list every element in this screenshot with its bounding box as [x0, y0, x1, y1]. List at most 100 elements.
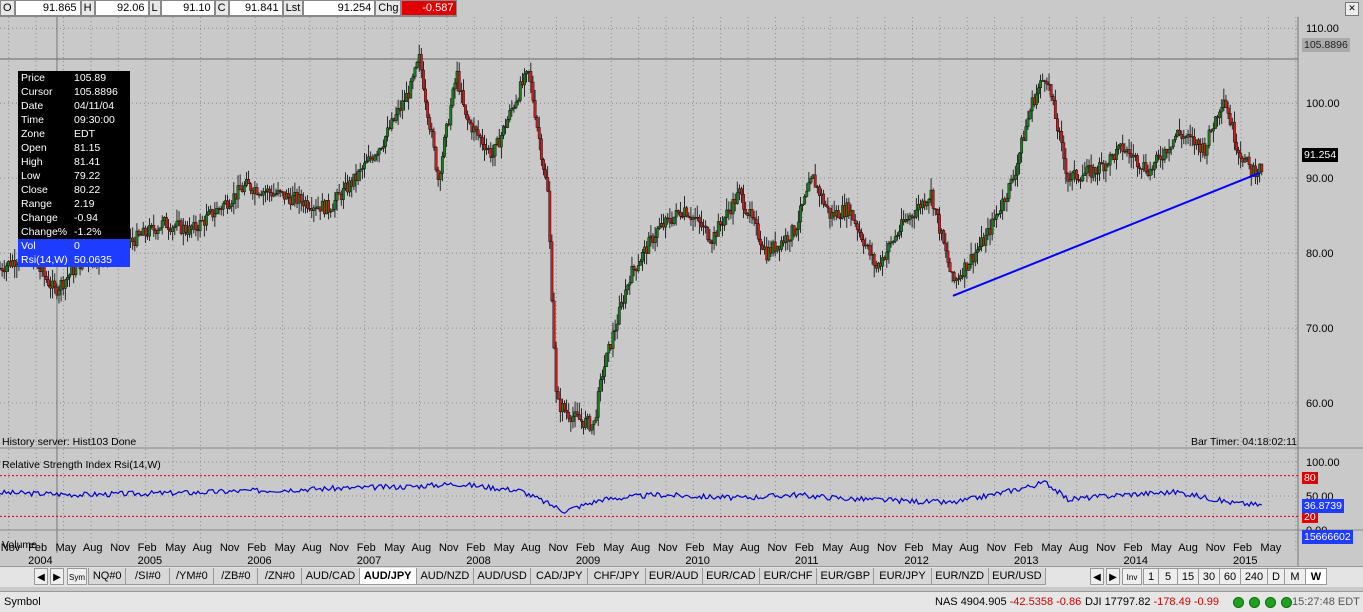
month-label: Nov — [877, 542, 897, 554]
month-label: Feb — [685, 542, 704, 554]
candle-body — [1247, 156, 1251, 165]
year-label: 2012 — [904, 555, 928, 566]
candle-body — [171, 227, 175, 232]
symbol-tab[interactable]: /ZN#0 — [257, 568, 303, 585]
candle-body — [1085, 166, 1089, 174]
price-tick-label: 110.00 — [1306, 23, 1339, 35]
symbol-tab[interactable]: AUD/USD — [473, 568, 532, 585]
candle-body — [539, 138, 543, 160]
candle-body — [1026, 118, 1030, 127]
data-window-label: Change — [21, 212, 58, 224]
interval-button[interactable]: D — [1267, 568, 1285, 585]
candle-body — [615, 323, 619, 331]
candle-body — [853, 219, 857, 224]
candle-body — [664, 217, 668, 228]
candle-body — [287, 193, 290, 198]
candle-body — [1064, 158, 1068, 174]
candle-body — [697, 217, 701, 223]
interval-button[interactable]: W — [1305, 568, 1327, 585]
symbol-tab[interactable]: EUR/JPY — [873, 568, 932, 585]
candle-body — [975, 249, 979, 254]
candle-body — [381, 146, 385, 149]
scroll-left-button[interactable]: ◀ — [34, 568, 48, 585]
candle-body — [708, 239, 712, 243]
symbol-tab[interactable]: NQ#0 — [88, 568, 127, 585]
symbol-tab[interactable]: EUR/CAD — [701, 568, 760, 585]
candle-body — [400, 100, 404, 111]
rsi-high-band-label: 80 — [1302, 472, 1318, 484]
interval-scroll-right[interactable]: ▶ — [1106, 568, 1120, 585]
candle-body — [898, 231, 901, 236]
symbol-tab[interactable]: /SI#0 — [125, 568, 171, 585]
candle-body — [249, 183, 253, 191]
candle-body — [685, 207, 689, 217]
candle-body — [822, 193, 826, 205]
symbol-tab[interactable]: CHF/JPY — [587, 568, 646, 585]
symbol-tab[interactable]: CAD/JPY — [530, 568, 589, 585]
candle-body — [885, 251, 889, 260]
symbol-tab[interactable]: /YM#0 — [169, 568, 215, 585]
candle-body — [914, 209, 918, 218]
interval-menu-button[interactable]: Inv — [1122, 568, 1142, 585]
interval-button[interactable]: 5 — [1158, 568, 1178, 585]
candle-body — [647, 237, 651, 254]
symbol-tab[interactable]: EUR/GBP — [816, 568, 875, 585]
candle-body — [1056, 118, 1059, 132]
candle-body — [548, 190, 552, 242]
candle-body — [1235, 141, 1238, 151]
candle-body — [1159, 155, 1163, 160]
candle-body — [529, 71, 533, 83]
interval-button[interactable]: M — [1284, 568, 1306, 585]
data-window-value: 105.8896 — [74, 86, 118, 98]
candle-body — [386, 127, 389, 137]
symbol-tab[interactable]: EUR/NZD — [930, 568, 989, 585]
candle-body — [365, 160, 368, 164]
symbol-label[interactable]: Symbol — [4, 596, 41, 608]
candle-body — [516, 100, 520, 103]
symbol-tab[interactable]: AUD/CAD — [301, 568, 360, 585]
candle-body — [552, 300, 556, 349]
symbol-tab[interactable]: /ZB#0 — [213, 568, 259, 585]
sym-menu-button[interactable]: Sym — [67, 568, 87, 585]
candle-body — [1034, 93, 1038, 106]
interval-button[interactable]: 30 — [1198, 568, 1220, 585]
candle-body — [973, 252, 977, 263]
symbol-tab[interactable]: EUR/USD — [987, 568, 1046, 585]
month-label: Nov — [548, 542, 568, 554]
month-label: Nov — [1096, 542, 1116, 554]
interval-button[interactable]: 1 — [1143, 568, 1159, 585]
last-price-tag: 91.254 — [1302, 148, 1339, 162]
symbol-tab[interactable]: AUD/JPY — [358, 568, 417, 585]
rsi-current-tag: 36.8739 — [1302, 499, 1344, 513]
interval-button[interactable]: 15 — [1177, 568, 1199, 585]
candle-body — [851, 210, 855, 221]
candle-body — [855, 223, 859, 231]
price-tick-label: 60.00 — [1306, 398, 1334, 410]
symbol-tab[interactable]: AUD/NZD — [415, 568, 474, 585]
candle-body — [230, 203, 234, 207]
candle-body — [1081, 175, 1085, 182]
candle-body — [1121, 143, 1125, 152]
interval-button[interactable]: 240 — [1240, 568, 1268, 585]
candle-body — [752, 217, 756, 220]
symbol-tab[interactable]: EUR/AUD — [644, 568, 703, 585]
candle-body — [53, 280, 57, 288]
interval-button[interactable]: 60 — [1219, 568, 1241, 585]
candle-body — [167, 227, 170, 230]
candle-body — [678, 211, 682, 217]
candle-body — [1060, 131, 1064, 143]
candle-body — [506, 119, 510, 128]
data-window-label: Low — [21, 170, 41, 182]
candle-body — [1018, 152, 1021, 164]
candle-body — [575, 411, 579, 415]
candle-body — [1117, 145, 1120, 150]
interval-scroll-left[interactable]: ◀ — [1090, 568, 1104, 585]
candle-body — [999, 210, 1002, 214]
candle-body — [533, 100, 537, 118]
year-label: 2014 — [1124, 555, 1148, 566]
candle-body — [756, 223, 760, 240]
candle-body — [535, 117, 539, 128]
scroll-right-button[interactable]: ▶ — [50, 568, 64, 585]
connection-led-1 — [1233, 597, 1244, 608]
symbol-tab[interactable]: EUR/CHF — [759, 568, 818, 585]
